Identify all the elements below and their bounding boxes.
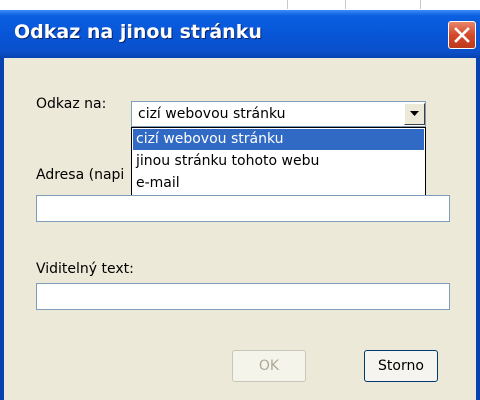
- link-type-dropdown-list: cizí webovou stránku jinou stránku tohot…: [131, 127, 426, 197]
- link-type-select[interactable]: cizí webovou stránku: [131, 101, 426, 127]
- dropdown-option-external-page[interactable]: cizí webovou stránku: [133, 129, 424, 150]
- visible-text-label: Viditelný text:: [36, 261, 134, 277]
- background-divider: [420, 0, 421, 9]
- link-type-selected-value: cizí webovou stránku: [138, 106, 286, 122]
- window-frame-left: [0, 58, 4, 400]
- visible-text-input[interactable]: [36, 283, 450, 310]
- link-type-label: Odkaz na:: [36, 96, 107, 112]
- dropdown-option-internal-page[interactable]: jinou stránku tohoto webu: [133, 151, 424, 172]
- background-fragment: [452, 0, 480, 6]
- dialog-title: Odkaz na jinou stránku: [14, 21, 262, 43]
- background-divider: [287, 0, 288, 9]
- dropdown-option-email[interactable]: e-mail: [133, 173, 424, 194]
- close-icon: [454, 27, 470, 43]
- cancel-button[interactable]: Storno: [364, 350, 438, 382]
- close-button[interactable]: [448, 21, 476, 49]
- address-label: Adresa (napi: [36, 167, 125, 183]
- title-bar[interactable]: Odkaz na jinou stránku: [0, 10, 480, 58]
- dropdown-button[interactable]: [404, 103, 425, 125]
- window-frame-right: [476, 58, 480, 400]
- background-divider: [345, 0, 346, 9]
- link-dialog: Odkaz na jinou stránku Odkaz na: cizí we…: [0, 10, 480, 400]
- ok-button[interactable]: OK: [232, 350, 306, 382]
- address-input[interactable]: [36, 195, 450, 222]
- chevron-down-icon: [410, 111, 419, 116]
